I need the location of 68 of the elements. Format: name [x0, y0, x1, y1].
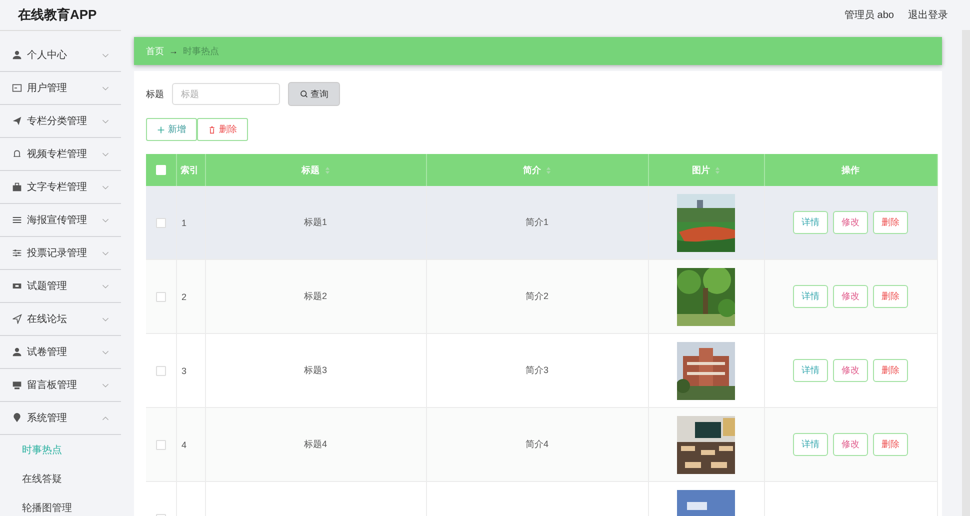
- breadcrumb-current: 时事热点: [183, 44, 219, 58]
- del-button[interactable]: 删除: [873, 359, 908, 382]
- logout-link[interactable]: 退出登录: [908, 8, 948, 22]
- case-icon: [12, 182, 22, 192]
- monitor-icon: [12, 380, 22, 390]
- search-button[interactable]: 查询: [288, 82, 340, 106]
- row-checkbox[interactable]: [156, 292, 166, 302]
- table-cell: 标题4: [304, 439, 327, 449]
- pin-icon: [12, 413, 22, 423]
- table-cell: 3: [182, 366, 187, 376]
- del-button[interactable]: 删除: [873, 433, 908, 456]
- plus-icon: [157, 126, 165, 134]
- search-icon: [300, 90, 308, 98]
- plane-icon: [12, 116, 22, 126]
- column-header: 操作: [764, 154, 937, 186]
- row-checkbox[interactable]: [156, 440, 166, 450]
- sidebar-item[interactable]: 留言板管理: [0, 369, 121, 402]
- sidebar-subitem[interactable]: 轮播图管理: [0, 493, 121, 516]
- sliders-icon: [12, 248, 22, 258]
- sidebar-item[interactable]: 系统管理: [0, 402, 121, 435]
- send-icon: [12, 314, 22, 324]
- edit-button[interactable]: 修改: [833, 211, 868, 234]
- bell-icon: [12, 149, 22, 159]
- table-cell: 标题3: [304, 365, 327, 375]
- sidebar-item[interactable]: 文字专栏管理: [0, 171, 121, 204]
- sidebar-item[interactable]: 试卷管理: [0, 336, 121, 369]
- column-header: 简介: [426, 154, 648, 186]
- search-label: 标题: [146, 88, 164, 100]
- column-header: 标题: [205, 154, 426, 186]
- sidebar-item[interactable]: 海报宣传管理: [0, 204, 121, 237]
- table-cell: 标题2: [304, 291, 327, 301]
- table-cell: 简介3: [525, 365, 548, 375]
- select-all-checkbox[interactable]: [156, 165, 166, 176]
- row-checkbox[interactable]: [156, 366, 166, 376]
- sidebar-item[interactable]: 试题管理: [0, 270, 121, 303]
- sidebar-item[interactable]: 投票记录管理: [0, 237, 121, 270]
- sidebar-item[interactable]: 专栏分类管理: [0, 105, 121, 138]
- search-field[interactable]: 标题: [172, 83, 280, 105]
- del-button[interactable]: 删除: [873, 285, 908, 308]
- del-button[interactable]: 删除: [873, 211, 908, 234]
- column-header: 索引: [176, 154, 205, 186]
- sidebar-item[interactable]: 个人中心: [0, 39, 121, 72]
- user-name: 管理员 abo: [844, 9, 894, 22]
- breadcrumb-arrow: →: [169, 46, 178, 56]
- table-cell: 2: [182, 292, 187, 302]
- sidebar-subitem[interactable]: 在线答疑: [0, 464, 121, 493]
- sidebar-item[interactable]: 视频专栏管理: [0, 138, 121, 171]
- delete-button[interactable]: 删除: [197, 118, 248, 141]
- edit-button[interactable]: 修改: [833, 285, 868, 308]
- ticket-icon: [12, 281, 22, 291]
- column-header: 图片: [648, 154, 764, 186]
- app-title: 在线教育APP: [18, 6, 97, 24]
- user-icon: [12, 347, 22, 357]
- table-cell: 简介1: [525, 217, 548, 227]
- table-cell: 简介4: [525, 439, 548, 449]
- user-icon: [12, 50, 22, 60]
- edit-button[interactable]: 修改: [833, 359, 868, 382]
- edit-button[interactable]: 修改: [833, 433, 868, 456]
- table-cell: 简介2: [525, 291, 548, 301]
- list-icon: [12, 215, 22, 225]
- sidebar-item[interactable]: 用户管理: [0, 72, 121, 105]
- row-checkbox[interactable]: [156, 218, 166, 228]
- sidebar-item[interactable]: 在线论坛: [0, 303, 121, 336]
- table-cell: 1: [182, 218, 187, 228]
- trash-icon: [208, 126, 216, 134]
- table-cell: 4: [182, 440, 187, 450]
- table-cell: 标题1: [304, 217, 327, 227]
- card-icon: [12, 83, 22, 93]
